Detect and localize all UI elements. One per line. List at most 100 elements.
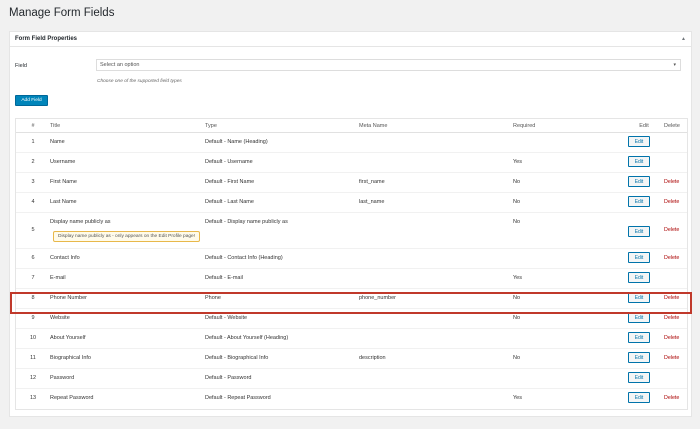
row-meta-name: phone_number bbox=[359, 295, 397, 301]
panel-title: Form Field Properties bbox=[15, 36, 78, 42]
table-row: 12 Password Default - Password Edit bbox=[16, 369, 687, 389]
field-type-select[interactable]: Select an option ▾ bbox=[96, 59, 681, 71]
panel-header[interactable]: Form Field Properties ▲ bbox=[10, 32, 691, 47]
table-row: 5 Display name publicly as Default - Displ… bbox=[16, 213, 687, 249]
row-num: 3 bbox=[31, 179, 35, 185]
row-num: 13 bbox=[29, 395, 37, 401]
table-row: 2 Username Default - Username Yes Edit bbox=[16, 153, 687, 173]
table-row: 10 About Yourself Default - About Yourself… bbox=[16, 329, 687, 349]
edit-button[interactable]: Edit bbox=[628, 156, 650, 167]
row-type: Default - Display name publicly as bbox=[205, 219, 288, 225]
row-type: Default - Contact Info (Heading) bbox=[205, 255, 283, 261]
row-num: 5 bbox=[31, 227, 35, 233]
table-body: 1 Name Default - Name (Heading) Edit 2 Userna… bbox=[16, 133, 687, 409]
row-type: Default - Password bbox=[205, 375, 252, 381]
row-type: Phone bbox=[205, 295, 221, 301]
row-title: Name bbox=[50, 139, 65, 145]
row-title: About Yourself bbox=[50, 335, 86, 341]
delete-link[interactable]: Delete bbox=[664, 295, 679, 301]
row-required: No bbox=[513, 315, 521, 321]
row-required: No bbox=[513, 179, 521, 185]
edit-button[interactable]: Edit bbox=[628, 272, 650, 283]
row-meta-name: description bbox=[359, 355, 386, 361]
row-title: Password bbox=[50, 375, 75, 381]
table-row: 3 First Name Default - First Name first_nam… bbox=[16, 173, 687, 193]
row-type: Default - First Name bbox=[205, 179, 255, 185]
header-type: Type bbox=[205, 123, 217, 129]
delete-link[interactable]: Delete bbox=[664, 255, 679, 261]
field-type-select-value: Select an option bbox=[100, 62, 140, 68]
row-title: E-mail bbox=[50, 275, 66, 281]
row-num: 7 bbox=[31, 275, 35, 281]
row-title: Biographical Info bbox=[50, 355, 91, 361]
table-header: # Title Type Meta Name Required Edit Del… bbox=[16, 119, 687, 133]
delete-link[interactable]: Delete bbox=[664, 315, 679, 321]
row-type: Default - Last Name bbox=[205, 199, 254, 205]
row-num: 9 bbox=[31, 315, 35, 321]
row-type: Default - Username bbox=[205, 159, 253, 165]
edit-button[interactable]: Edit bbox=[628, 252, 650, 263]
fields-table: # Title Type Meta Name Required Edit Del… bbox=[15, 118, 688, 410]
row-required: No bbox=[513, 295, 521, 301]
delete-link[interactable]: Delete bbox=[664, 335, 679, 341]
row-num: 2 bbox=[31, 159, 35, 165]
delete-link[interactable]: Delete bbox=[664, 179, 679, 185]
field-label: Field bbox=[15, 63, 27, 69]
row-meta-name: first_name bbox=[359, 179, 385, 185]
row-type: Default - About Yourself (Heading) bbox=[205, 335, 289, 341]
add-field-button[interactable]: Add Field bbox=[15, 95, 48, 106]
table-row: 9 Website Default - Website No Edit Delete bbox=[16, 309, 687, 329]
table-row: 13 Repeat Password Default - Repeat Passwo… bbox=[16, 389, 687, 409]
header-edit: Edit bbox=[639, 123, 649, 129]
row-title: Repeat Password bbox=[50, 395, 94, 401]
edit-button[interactable]: Edit bbox=[628, 372, 650, 383]
row-title: Username bbox=[50, 159, 76, 165]
edit-button[interactable]: Edit bbox=[628, 292, 650, 303]
header-delete: Delete bbox=[664, 123, 680, 129]
edit-button[interactable]: Edit bbox=[628, 136, 650, 147]
row-type: Default - Repeat Password bbox=[205, 395, 271, 401]
header-num: # bbox=[31, 123, 35, 129]
header-title: Title bbox=[50, 123, 61, 129]
row-required: No bbox=[513, 355, 521, 361]
table-row: 7 E-mail Default - E-mail Yes Edit bbox=[16, 269, 687, 289]
row-type: Default - Biographical Info bbox=[205, 355, 269, 361]
row-title: Last Name bbox=[50, 199, 77, 205]
edit-button[interactable]: Edit bbox=[628, 392, 650, 403]
row-required: No bbox=[513, 219, 521, 225]
chevron-down-icon: ▾ bbox=[673, 62, 676, 68]
table-row: 1 Name Default - Name (Heading) Edit bbox=[16, 133, 687, 153]
field-type-hint: Choose one of the supported field types bbox=[97, 79, 182, 84]
table-row: 8 Phone Number Phone phone_number No Edit Dele… bbox=[16, 289, 687, 309]
edit-button[interactable]: Edit bbox=[628, 196, 650, 207]
collapse-toggle-icon[interactable]: ▲ bbox=[681, 36, 686, 42]
field-tooltip: Display name publicly as - only appears … bbox=[53, 231, 201, 242]
delete-link[interactable]: Delete bbox=[664, 395, 679, 401]
table-row: 4 Last Name Default - Last Name last_name No… bbox=[16, 193, 687, 213]
row-num: 12 bbox=[29, 375, 37, 381]
row-type: Default - E-mail bbox=[205, 275, 243, 281]
edit-button[interactable]: Edit bbox=[628, 176, 650, 187]
row-title: Contact Info bbox=[50, 255, 80, 261]
row-title: Display name publicly as bbox=[50, 219, 111, 225]
row-num: 11 bbox=[30, 355, 36, 361]
row-required: No bbox=[513, 199, 521, 205]
row-title: Website bbox=[50, 315, 70, 321]
edit-button[interactable]: Edit bbox=[628, 312, 650, 323]
delete-link[interactable]: Delete bbox=[664, 227, 679, 233]
header-meta-name: Meta Name bbox=[359, 123, 388, 129]
row-num: 6 bbox=[31, 255, 35, 261]
header-required: Required bbox=[513, 123, 536, 129]
page-title: Manage Form Fields bbox=[9, 7, 115, 19]
edit-button[interactable]: Edit bbox=[628, 332, 650, 343]
row-meta-name: last_name bbox=[359, 199, 385, 205]
row-num: 10 bbox=[29, 335, 37, 341]
delete-link[interactable]: Delete bbox=[664, 199, 679, 205]
form-field-properties-panel: Form Field Properties ▲ Field Select an … bbox=[9, 31, 692, 417]
edit-button[interactable]: Edit bbox=[628, 226, 650, 237]
row-title: Phone Number bbox=[50, 295, 87, 301]
row-num: 1 bbox=[31, 139, 35, 145]
delete-link[interactable]: Delete bbox=[664, 355, 679, 361]
edit-button[interactable]: Edit bbox=[628, 352, 650, 363]
row-type: Default - Name (Heading) bbox=[205, 139, 268, 145]
